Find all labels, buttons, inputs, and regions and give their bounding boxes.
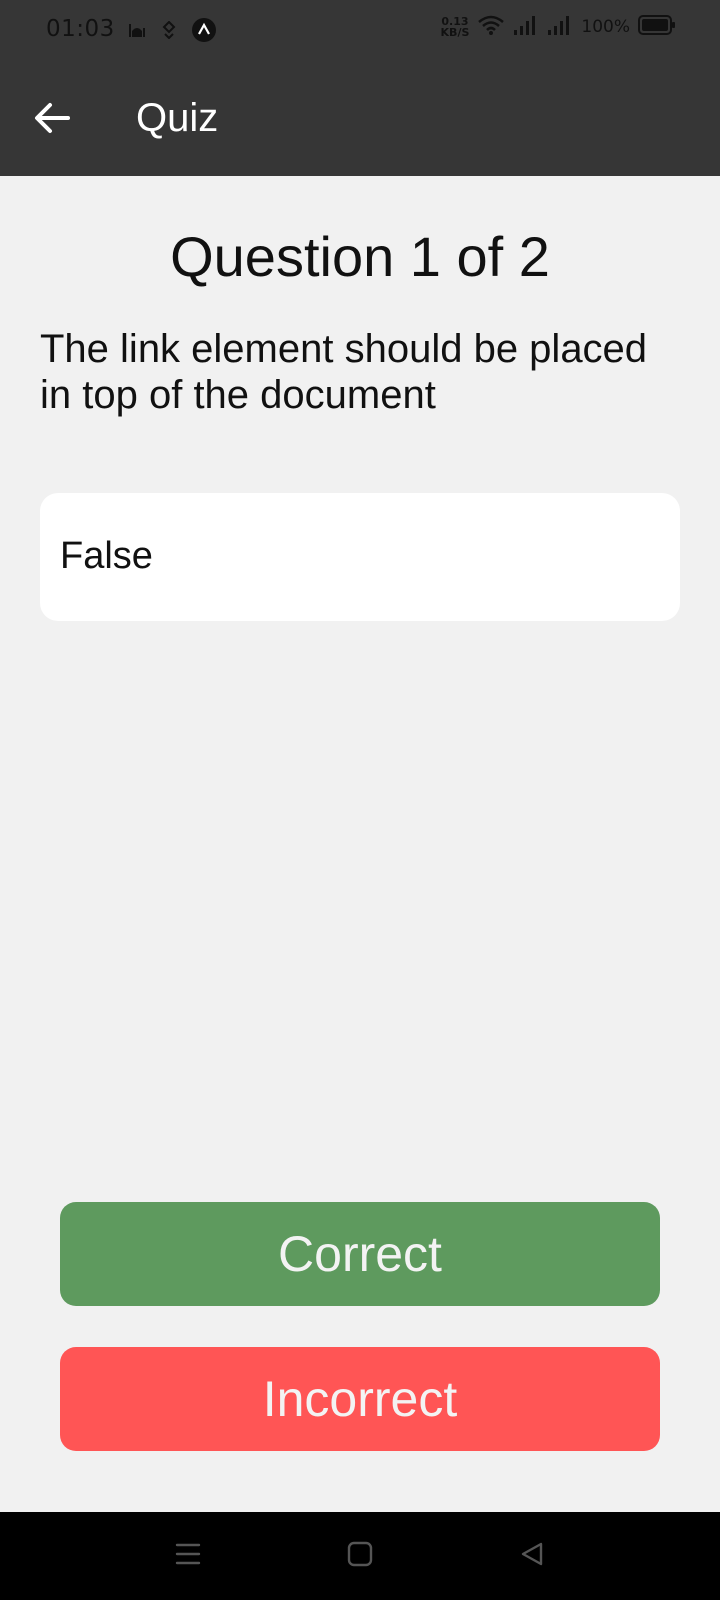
correct-button-label: Correct [278,1226,442,1282]
app-title: Quiz [136,96,219,140]
battery-icon [638,14,676,40]
signal-icon-2 [547,14,573,40]
back-button[interactable] [24,92,80,148]
location-icon [162,20,176,43]
arrow-left-icon [34,102,70,138]
system-nav-bar [0,1512,720,1600]
recent-apps-button[interactable] [166,1534,210,1578]
incorrect-button-label: Incorrect [262,1371,458,1427]
answer-text: False [60,535,153,577]
back-triangle-icon [518,1540,546,1572]
status-right: 0.13 KB/S 100% [441,14,676,40]
menu-icon [174,1540,202,1572]
net-speed: 0.13 KB/S [441,16,470,38]
incorrect-button[interactable]: Incorrect [60,1347,660,1451]
correct-button[interactable]: Correct [60,1202,660,1306]
signal-icon-1 [513,14,539,40]
status-time: 01:03 [46,16,115,42]
quiz-screen: 01:03 0.13 KB/S 100% Quiz Question 1 of … [0,0,720,1600]
home-icon [346,1540,374,1572]
system-back-button[interactable] [510,1534,554,1578]
app-bar: Quiz [0,64,720,176]
status-left-icons [128,18,216,46]
home-button[interactable] [338,1534,382,1578]
battery-percent: 100% [581,17,630,37]
mosque-icon [128,22,146,42]
question-text: The link element should be placed in top… [40,327,648,417]
net-speed-unit: KB/S [440,26,470,39]
answer-card: False [40,493,680,621]
wifi-icon [477,14,505,40]
question-heading: Question 1 of 2 [170,225,550,288]
app-a-icon [192,18,216,46]
status-bar: 01:03 0.13 KB/S 100% [0,0,720,64]
